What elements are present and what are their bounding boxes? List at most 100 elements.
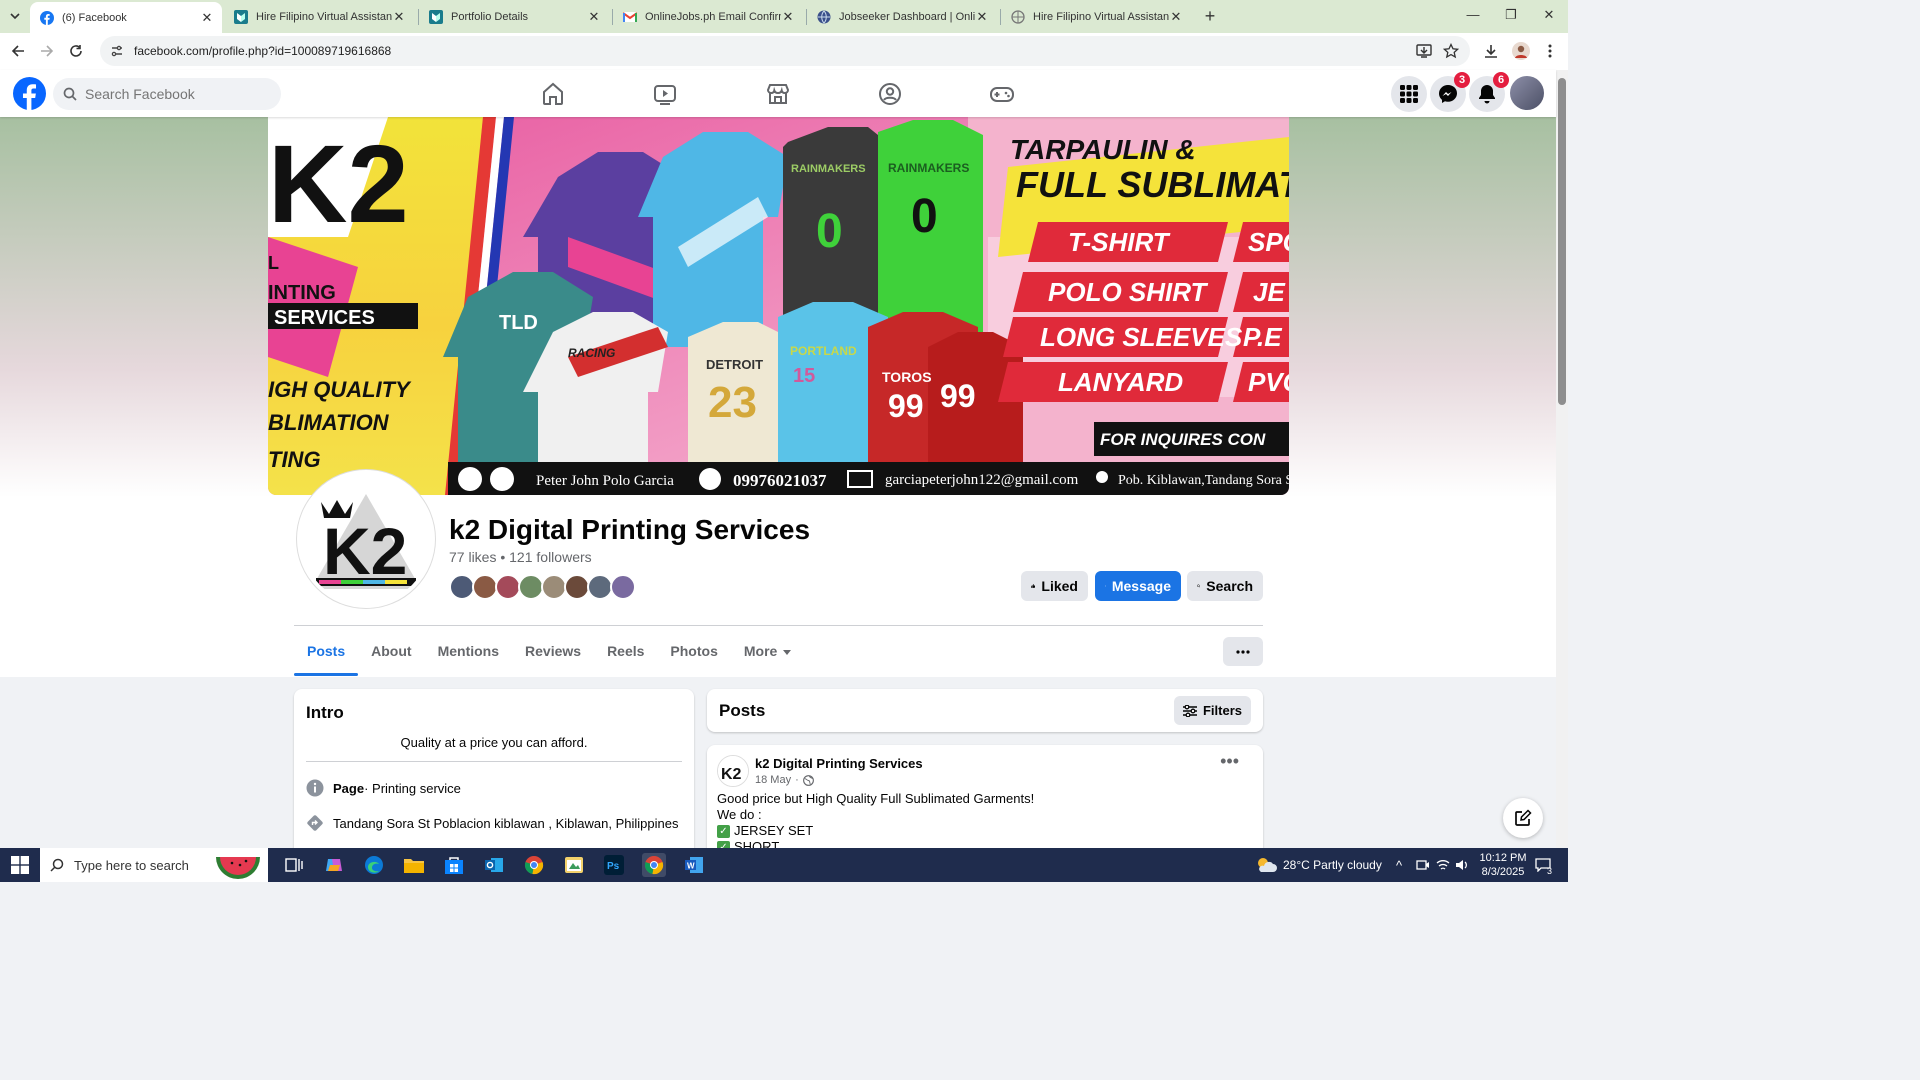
- page-stats[interactable]: 77 likes • 121 followers: [449, 549, 592, 565]
- page-options-button[interactable]: [1223, 637, 1263, 666]
- outlook-app[interactable]: [482, 853, 506, 877]
- chrome-menu-button[interactable]: [1540, 41, 1560, 61]
- volume-icon[interactable]: [1455, 848, 1469, 882]
- file-explorer-app[interactable]: [402, 853, 426, 877]
- copilot-app[interactable]: [322, 853, 346, 877]
- tab-more[interactable]: More: [731, 632, 804, 676]
- partly-cloudy-icon: [1258, 858, 1277, 872]
- cover-inquire: FOR INQUIRES CON: [1100, 430, 1266, 449]
- filters-icon: [1182, 704, 1197, 717]
- chrome-app[interactable]: [522, 853, 546, 877]
- browser-tab-gmail[interactable]: OnlineJobs.ph Email Confirmati ✕: [613, 0, 803, 33]
- chrome-app-active[interactable]: [642, 853, 666, 877]
- close-tab-icon[interactable]: ✕: [200, 10, 214, 26]
- notifications-button[interactable]: 6: [1469, 72, 1509, 112]
- browser-tab-jobseeker[interactable]: Jobseeker Dashboard | OnlineJo ✕: [807, 0, 997, 33]
- close-tab-icon[interactable]: ✕: [1169, 9, 1183, 25]
- message-button[interactable]: Message: [1095, 571, 1181, 601]
- downloads-button[interactable]: [1481, 41, 1501, 61]
- browser-tab-facebook[interactable]: (6) Facebook ✕: [30, 2, 222, 33]
- browser-tab-hire-filipino[interactable]: Hire Filipino Virtual Assistants | ✕: [224, 0, 414, 33]
- site-info-icon[interactable]: [110, 44, 124, 58]
- facebook-search-input[interactable]: [85, 86, 265, 102]
- forward-button[interactable]: [37, 41, 57, 61]
- friends-who-like[interactable]: [449, 574, 636, 602]
- taskbar-search[interactable]: Type here to search: [40, 848, 268, 882]
- gaming-icon[interactable]: [989, 81, 1015, 107]
- bookmark-button[interactable]: [1441, 41, 1461, 61]
- reload-button[interactable]: [66, 41, 86, 61]
- new-message-button[interactable]: [1503, 798, 1543, 838]
- meet-now-icon[interactable]: [1416, 848, 1430, 882]
- install-app-button[interactable]: [1414, 41, 1434, 61]
- task-view-button[interactable]: [282, 853, 306, 877]
- photoshop-app[interactable]: Ps: [602, 853, 626, 877]
- tab-photos[interactable]: Photos: [657, 632, 730, 676]
- filters-button[interactable]: Filters: [1173, 696, 1251, 725]
- word-app[interactable]: W: [682, 853, 706, 877]
- chrome-profile-button[interactable]: [1511, 41, 1531, 61]
- post-line: ✓ JERSEY SET: [717, 823, 1253, 839]
- close-tab-icon[interactable]: ✕: [392, 9, 406, 25]
- scrollbar-thumb[interactable]: [1558, 78, 1566, 405]
- facebook-search[interactable]: [53, 78, 281, 110]
- page-search-button[interactable]: Search: [1187, 571, 1263, 601]
- profile-header: TLD RACING DETROIT 23 PORTLAND 15 RAINMA…: [0, 117, 1556, 677]
- paint-app[interactable]: [562, 853, 586, 877]
- post-options-button[interactable]: •••: [1220, 751, 1239, 772]
- notification-center-button[interactable]: 3: [1535, 848, 1552, 882]
- cover-contact-phone: 09976021037: [733, 471, 827, 490]
- post-text: Good price but High Quality Full Sublima…: [717, 791, 1253, 855]
- video-icon[interactable]: [652, 81, 678, 107]
- edge-icon: [365, 856, 383, 874]
- marketplace-icon[interactable]: [765, 81, 791, 107]
- tab-mentions[interactable]: Mentions: [425, 632, 512, 676]
- forward-arrow-icon: [41, 45, 54, 57]
- messenger-button[interactable]: 3: [1430, 72, 1470, 112]
- groups-icon[interactable]: [877, 81, 903, 107]
- browser-tab-hire-filipino-2[interactable]: Hire Filipino Virtual Assistants | ✕: [1001, 0, 1191, 33]
- cover-photo[interactable]: TLD RACING DETROIT 23 PORTLAND 15 RAINMA…: [268, 117, 1289, 495]
- show-hidden-icons[interactable]: ^: [1396, 848, 1402, 882]
- address-bar[interactable]: facebook.com/profile.php?id=100089719616…: [100, 36, 1470, 66]
- store-app[interactable]: [442, 853, 466, 877]
- facebook-logo-icon[interactable]: [13, 77, 46, 110]
- post-author[interactable]: k2 Digital Printing Services: [755, 756, 923, 771]
- page-avatar[interactable]: K2: [297, 470, 435, 608]
- clock[interactable]: 10:12 PM 8/3/2025: [1477, 848, 1529, 882]
- post-date[interactable]: 18 May: [755, 774, 791, 786]
- tab-search-button[interactable]: [6, 7, 24, 25]
- menu-button[interactable]: [1391, 76, 1427, 112]
- search-label: Search: [1206, 578, 1253, 594]
- tab-reels[interactable]: Reels: [594, 632, 657, 676]
- close-tab-icon[interactable]: ✕: [587, 9, 601, 25]
- close-tab-icon[interactable]: ✕: [975, 9, 989, 25]
- tab-reviews[interactable]: Reviews: [512, 632, 594, 676]
- intro-category-bold: Page: [333, 780, 365, 796]
- network-icon[interactable]: [1436, 848, 1450, 882]
- page-scrollbar[interactable]: [1556, 70, 1568, 848]
- intro-address-text[interactable]: Tandang Sora St Poblacion kiblawan , Kib…: [333, 816, 678, 831]
- jersey-text: 15: [793, 365, 815, 387]
- url-text[interactable]: facebook.com/profile.php?id=100089719616…: [134, 44, 391, 58]
- tab-posts[interactable]: Posts: [294, 632, 359, 676]
- restore-button[interactable]: ❐: [1501, 7, 1521, 25]
- close-window-button[interactable]: ✕: [1539, 7, 1559, 25]
- star-icon: [1443, 43, 1459, 59]
- browser-tab-portfolio[interactable]: Portfolio Details ✕: [419, 0, 609, 33]
- home-icon[interactable]: [540, 81, 566, 107]
- edge-app[interactable]: [362, 853, 386, 877]
- start-button[interactable]: [8, 853, 32, 877]
- avatar[interactable]: [610, 574, 636, 600]
- minimize-button[interactable]: —: [1463, 7, 1483, 25]
- post-author-avatar[interactable]: K2: [717, 755, 749, 787]
- tab-about[interactable]: About: [358, 632, 424, 676]
- directions-icon: [307, 815, 323, 831]
- cover-left-text: INTING: [268, 282, 336, 304]
- new-tab-button[interactable]: +: [1200, 6, 1220, 26]
- weather-widget[interactable]: 28°C Partly cloudy: [1255, 848, 1382, 882]
- account-avatar[interactable]: [1510, 76, 1544, 110]
- liked-button[interactable]: Liked: [1021, 571, 1088, 601]
- back-button[interactable]: [8, 41, 28, 61]
- close-tab-icon[interactable]: ✕: [781, 9, 795, 25]
